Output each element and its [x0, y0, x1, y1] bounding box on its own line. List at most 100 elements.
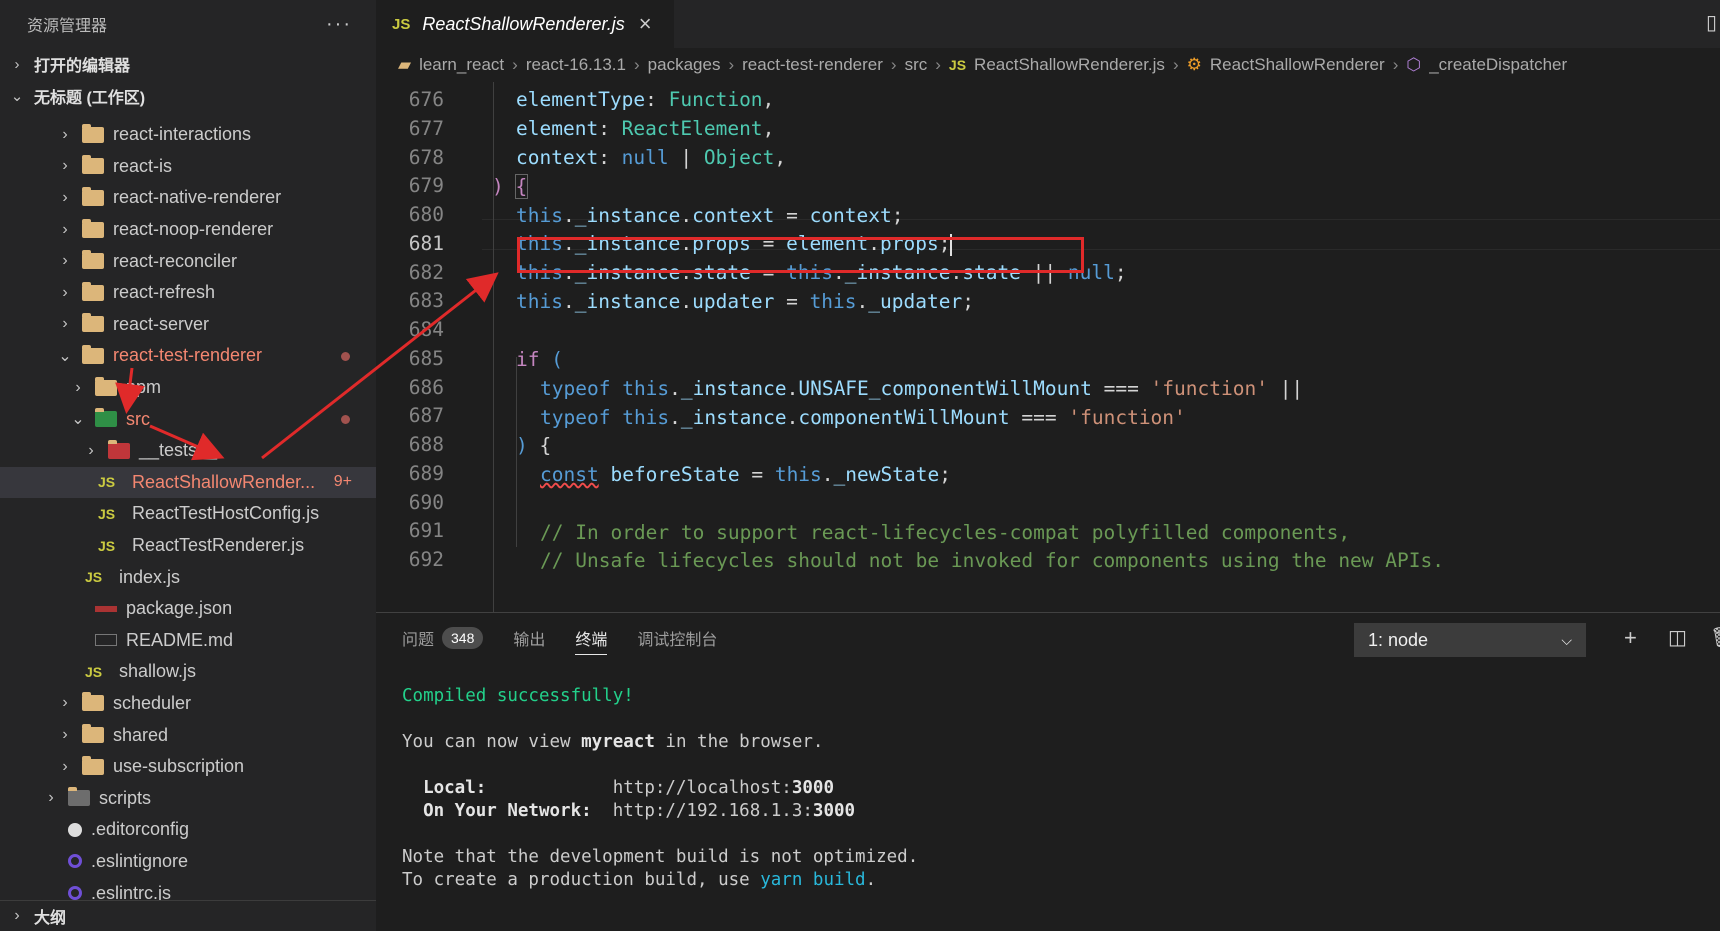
folder-item[interactable]: › react-server	[0, 309, 376, 341]
folder-icon	[82, 186, 104, 206]
chevron-right-icon: ›	[62, 283, 68, 301]
tab-output[interactable]: 输出	[513, 626, 545, 650]
line-number: 690	[408, 490, 444, 514]
open-editors-section[interactable]: › 打开的编辑器	[0, 48, 376, 80]
folder-item[interactable]: › __tests__	[0, 435, 376, 467]
terminal-output[interactable]: Compiled successfully! You can now view …	[402, 685, 918, 892]
tab-problems-label: 问题	[402, 632, 435, 649]
chevron-right-icon: ›	[75, 378, 81, 396]
code-view[interactable]: 676 677 678 679 680 681 682 683 684 685 686 687 688 6…	[376, 82, 1720, 612]
folder-icon	[95, 376, 117, 396]
tab-terminal-label: 终端	[575, 632, 608, 649]
folder-item[interactable]: › react-reconciler	[0, 245, 376, 277]
folder-item[interactable]: › react-interactions	[0, 119, 376, 151]
breadcrumb-item[interactable]: react-16.13.1	[526, 55, 626, 75]
folder-item[interactable]: › react-noop-renderer	[0, 214, 376, 246]
js-file-icon: JS	[98, 505, 116, 522]
line-number: 678	[408, 145, 444, 169]
file-item[interactable]: JS shallow.js	[0, 656, 376, 688]
breadcrumb-item[interactable]: packages	[648, 55, 721, 75]
folder-item[interactable]: › scripts	[0, 782, 376, 814]
new-terminal-icon[interactable]: +	[1624, 625, 1637, 651]
term-note: Note that the development build is not o…	[402, 847, 919, 867]
split-editor-icon[interactable]: ▯	[1706, 10, 1720, 35]
file-item[interactable]: .eslintrc.js	[0, 877, 376, 900]
folder-item[interactable]: › react-native-renderer	[0, 182, 376, 214]
folder-item[interactable]: ⌄ react-test-renderer	[0, 340, 376, 372]
term-command: yarn build	[760, 870, 866, 890]
workspace-section[interactable]: ⌄ 无标题 (工作区)	[0, 80, 376, 112]
tab-bar: JS ReactShallowRenderer.js × ▯	[376, 0, 1720, 48]
tree-item-label: package.json	[126, 598, 233, 619]
tab-terminal[interactable]: 终端	[575, 626, 608, 655]
file-item[interactable]: .eslintignore	[0, 846, 376, 878]
eslint-icon	[68, 886, 82, 900]
split-terminal-icon[interactable]: ◫	[1668, 625, 1687, 650]
trash-icon[interactable]: 🗑	[1710, 625, 1720, 650]
folder-item[interactable]: › react-refresh	[0, 277, 376, 309]
folder-item[interactable]: › use-subscription	[0, 751, 376, 783]
file-item[interactable]: JS ReactTestHostConfig.js	[0, 498, 376, 530]
tree-item-label: __tests__	[139, 440, 218, 461]
term-network-port: 3000	[812, 801, 856, 821]
folder-item[interactable]: › shared	[0, 719, 376, 751]
bottom-panel: 问题 348 输出 终端 调试控制台 1: node ⌵ + ◫ 🗑 Compil…	[376, 612, 1720, 931]
chevron-right-icon: ›	[48, 789, 54, 807]
folder-item[interactable]: › npm	[0, 372, 376, 404]
file-item[interactable]: package.json	[0, 593, 376, 625]
file-item[interactable]: JS index.js	[0, 561, 376, 593]
breadcrumb-item[interactable]: _createDispatcher	[1429, 55, 1567, 75]
tree-item-label: react-test-renderer	[113, 345, 263, 366]
folder-item[interactable]: › react-is	[0, 151, 376, 183]
folder-icon	[82, 281, 104, 301]
code-line-688: ) {	[516, 434, 552, 457]
code-line-686: typeof this._instance.UNSAFE_componentWi…	[540, 377, 1304, 400]
tree-item-label: react-is	[113, 155, 173, 176]
breadcrumb-item[interactable]: learn_react	[419, 55, 504, 75]
breadcrumb-item[interactable]: ReactShallowRenderer	[1210, 55, 1385, 75]
tree-item-label: .eslintrc.js	[91, 882, 172, 900]
line-number: 677	[408, 116, 444, 140]
terminal-select[interactable]: 1: node ⌵	[1354, 623, 1586, 657]
file-item[interactable]: JS ReactShallowRender... 9+	[0, 466, 376, 499]
js-file-icon: JS	[948, 57, 967, 73]
chevron-right-icon: ›	[62, 157, 68, 175]
tree-item-label: npm	[126, 377, 162, 398]
close-icon[interactable]: ×	[639, 11, 652, 37]
folder-icon	[82, 344, 104, 364]
folder-icon	[82, 218, 104, 238]
code-line-685: if (	[516, 348, 563, 371]
chevron-right-icon: ›	[14, 907, 20, 924]
file-item[interactable]: JS ReactTestRenderer.js	[0, 530, 376, 562]
line-number: 679	[408, 174, 444, 198]
term-local-url: http://localhost:	[612, 778, 792, 798]
code-line-679: ) {	[492, 174, 529, 199]
chevron-right-icon: ›	[62, 726, 68, 744]
js-file-icon: JS	[392, 15, 411, 33]
chevron-down-icon: ⌄	[71, 411, 85, 429]
line-number: 686	[408, 375, 444, 399]
file-item[interactable]: README.md	[0, 625, 376, 657]
breadcrumb-item[interactable]: react-test-renderer	[742, 55, 883, 75]
folder-item[interactable]: › scheduler	[0, 688, 376, 720]
modified-dot-icon	[341, 415, 350, 425]
chevron-right-icon: ›	[14, 55, 20, 73]
term-text: You can now view	[402, 732, 582, 752]
outline-section[interactable]: › 大纲	[0, 900, 376, 931]
more-actions-icon[interactable]: ···	[326, 14, 352, 34]
line-number: 683	[408, 289, 444, 313]
chevron-right-icon: ›	[62, 220, 68, 238]
tab-react-shallow-renderer[interactable]: JS ReactShallowRenderer.js ×	[376, 0, 674, 48]
chevron-right-icon: ›	[62, 125, 68, 143]
editorconfig-icon	[68, 822, 82, 837]
folder-item[interactable]: ⌄ src	[0, 403, 376, 435]
tab-debug-console[interactable]: 调试控制台	[637, 626, 717, 650]
explorer-sidebar: 资源管理器 ··· › 打开的编辑器 ⌄ 无标题 (工作区) › react-in…	[0, 0, 376, 931]
breadcrumb-item[interactable]: src	[905, 55, 928, 75]
breadcrumb-separator: ›	[1172, 55, 1179, 74]
explorer-header: 资源管理器 ···	[0, 0, 376, 48]
line-number: 689	[408, 461, 444, 485]
file-item[interactable]: .editorconfig	[0, 814, 376, 846]
tab-problems[interactable]: 问题 348	[402, 626, 484, 650]
breadcrumb-item[interactable]: ReactShallowRenderer.js	[974, 55, 1165, 75]
